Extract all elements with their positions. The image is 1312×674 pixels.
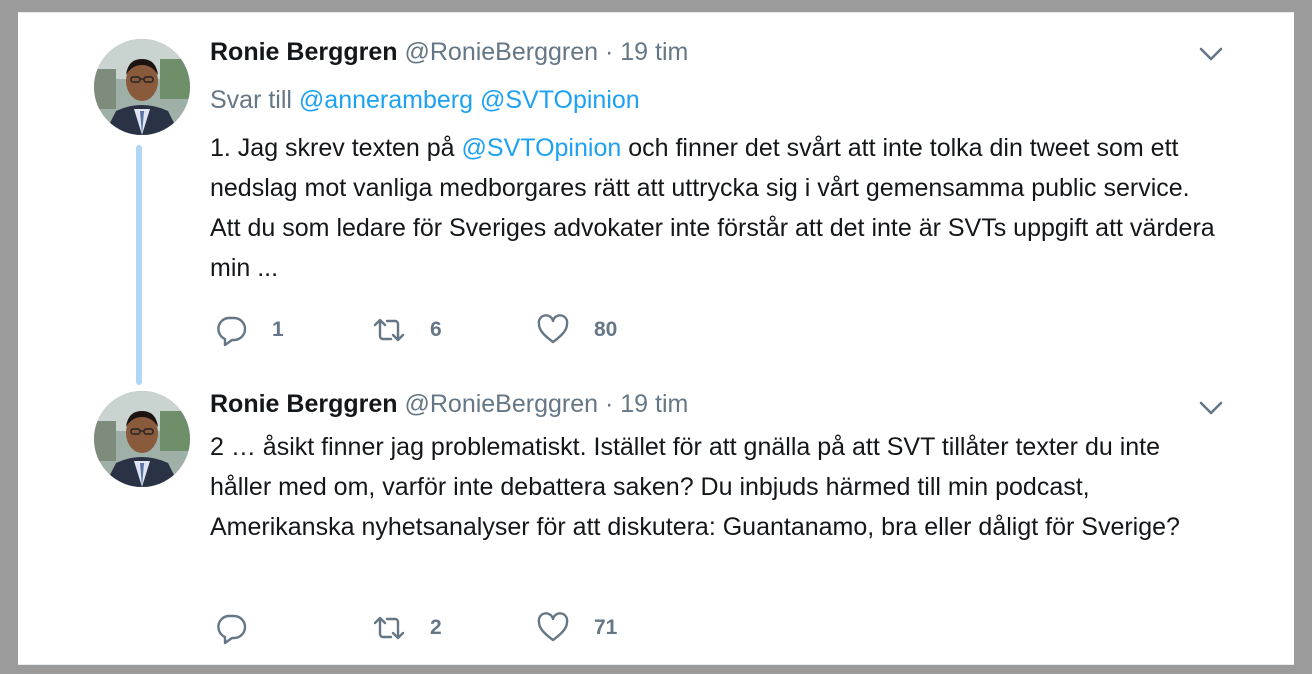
- retweet-button[interactable]: 6: [372, 313, 442, 347]
- reply-prefix: Svar till: [210, 86, 292, 114]
- author-avatar[interactable]: [94, 39, 190, 135]
- retweet-icon: [373, 616, 405, 640]
- author-handle[interactable]: @RonieBerggren: [404, 38, 598, 66]
- tweet-text: 1. Jag skrev texten på @SVTOpinion och f…: [210, 128, 1220, 288]
- author-avatar[interactable]: [94, 391, 190, 487]
- like-icon: [537, 314, 569, 344]
- reply-button[interactable]: 1: [214, 313, 284, 347]
- conversation-card: Ronie Berggren @RonieBerggren · 19 tim S…: [18, 12, 1294, 665]
- mention-link[interactable]: @anneramberg: [299, 86, 473, 114]
- retweet-count: 2: [430, 616, 442, 639]
- tweet-1[interactable]: Ronie Berggren @RonieBerggren · 19 tim S…: [18, 13, 1294, 385]
- window-frame: Ronie Berggren @RonieBerggren · 19 tim S…: [0, 0, 1312, 674]
- separator-dot: ·: [604, 38, 614, 66]
- reply-context: Svar till @anneramberg @SVTOpinion: [210, 85, 640, 115]
- reply-count: 1: [272, 318, 284, 341]
- retweet-count: 6: [430, 318, 442, 341]
- like-count: 71: [594, 616, 618, 639]
- caret-down-icon[interactable]: [1198, 41, 1224, 67]
- tweet-text-part: 1. Jag skrev texten på: [210, 134, 462, 162]
- tweet-header: Ronie Berggren @RonieBerggren · 19 tim: [210, 37, 688, 67]
- author-name[interactable]: Ronie Berggren: [210, 390, 398, 418]
- separator-dot: ·: [604, 390, 614, 418]
- mention-link[interactable]: @SVTOpinion: [480, 86, 640, 114]
- reply-button[interactable]: [214, 611, 272, 645]
- like-button[interactable]: 71: [536, 611, 617, 645]
- author-handle[interactable]: @RonieBerggren: [404, 390, 598, 418]
- reply-icon: [217, 316, 247, 347]
- like-button[interactable]: 80: [536, 313, 617, 347]
- caret-down-icon[interactable]: [1198, 395, 1224, 421]
- tweet-2[interactable]: Ronie Berggren @RonieBerggren · 19 tim 2…: [18, 383, 1294, 664]
- timestamp[interactable]: 19 tim: [620, 390, 688, 418]
- retweet-button[interactable]: 2: [372, 611, 442, 645]
- reply-icon: [217, 614, 247, 645]
- mention-link[interactable]: @SVTOpinion: [462, 134, 622, 162]
- like-count: 80: [594, 318, 618, 341]
- retweet-icon: [373, 318, 405, 342]
- author-name[interactable]: Ronie Berggren: [210, 38, 398, 66]
- timestamp[interactable]: 19 tim: [620, 38, 688, 66]
- thread-connector-line: [136, 145, 142, 385]
- tweet-text: 2 … åsikt finner jag problematiskt. Istä…: [210, 433, 1180, 541]
- like-icon: [537, 612, 569, 642]
- tweet-header: Ronie Berggren @RonieBerggren · 19 tim: [210, 389, 688, 419]
